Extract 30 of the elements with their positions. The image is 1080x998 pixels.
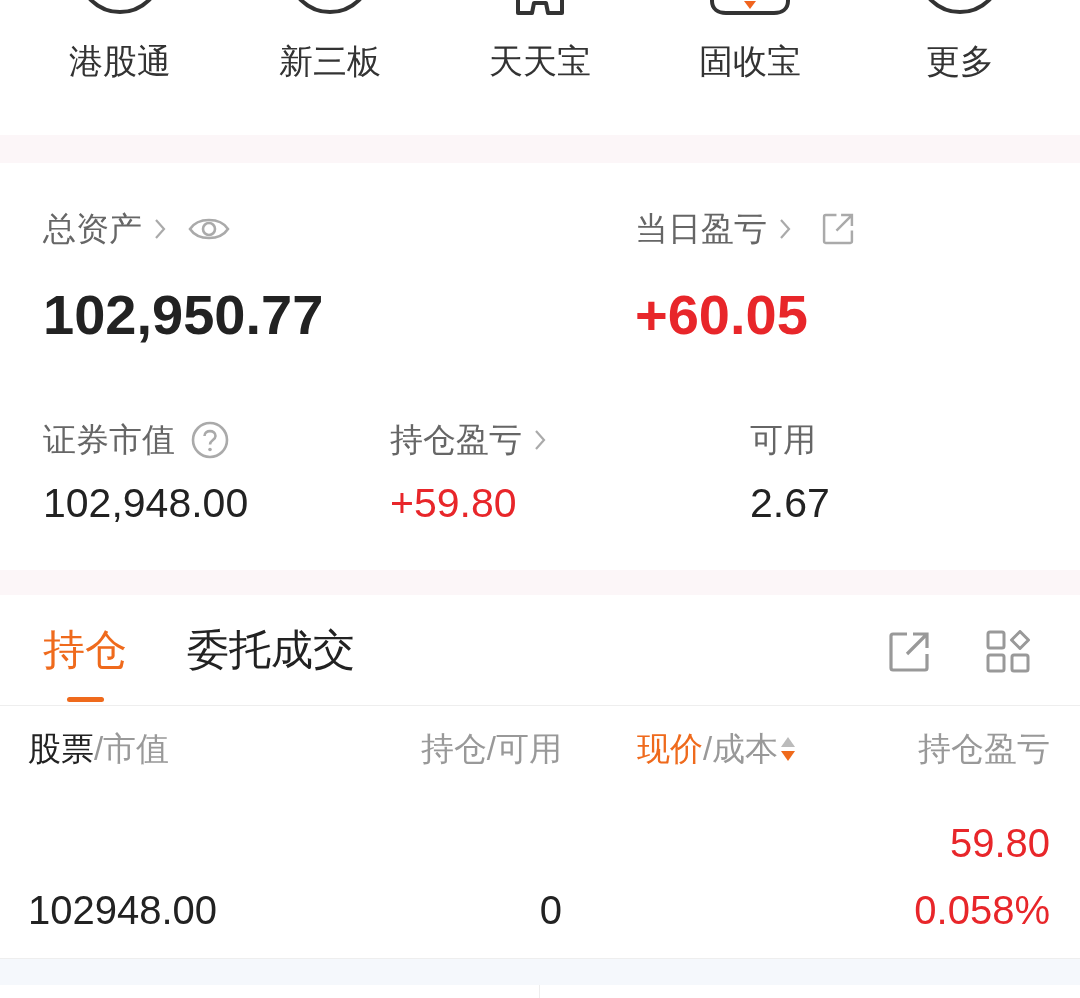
asset-label: 当日盈亏 (635, 209, 767, 249)
asset-label: 总资产 (43, 209, 142, 249)
grid-icon[interactable] (986, 630, 1032, 674)
asset-label: 可用 (750, 420, 816, 460)
asset-label: 持仓盈亏 (390, 420, 522, 460)
help-icon[interactable] (191, 421, 229, 459)
shortcut-label[interactable]: 新三板 (279, 39, 381, 83)
column-header[interactable]: 股票/市值 (28, 727, 170, 771)
sort-icon[interactable] (780, 736, 797, 762)
asset-label: 证券市值 (43, 420, 175, 460)
chevron-right-icon (534, 429, 546, 451)
chevron-right-icon (154, 218, 166, 240)
shortcut-label[interactable]: 港股通 (69, 39, 171, 83)
shortcut-label[interactable]: 固收宝 (699, 39, 801, 83)
chevron-right-icon (779, 218, 791, 240)
asset-value: 102,950.77 (43, 283, 324, 347)
tab-indicator (66, 697, 104, 702)
shortcut-label[interactable]: 更多 (926, 39, 994, 83)
market-value-cell-text: 102948.00 (28, 887, 218, 934)
pnl-cell-text: 59.80 (949, 820, 1050, 867)
tab[interactable]: 委托成交 (187, 625, 355, 675)
asset-value: 102,948.00 (43, 479, 249, 528)
pnl-percent-cell-text: 0.058% (914, 887, 1050, 934)
available-cell-text: 0 (539, 887, 562, 934)
asset-value: +60.05 (635, 283, 808, 347)
shortcut-label[interactable]: 天天宝 (489, 39, 591, 83)
external-link-icon[interactable] (821, 212, 855, 246)
asset-value: 2.67 (750, 479, 830, 528)
asset-value: +59.80 (390, 479, 517, 528)
external-link-icon[interactable] (887, 630, 931, 674)
